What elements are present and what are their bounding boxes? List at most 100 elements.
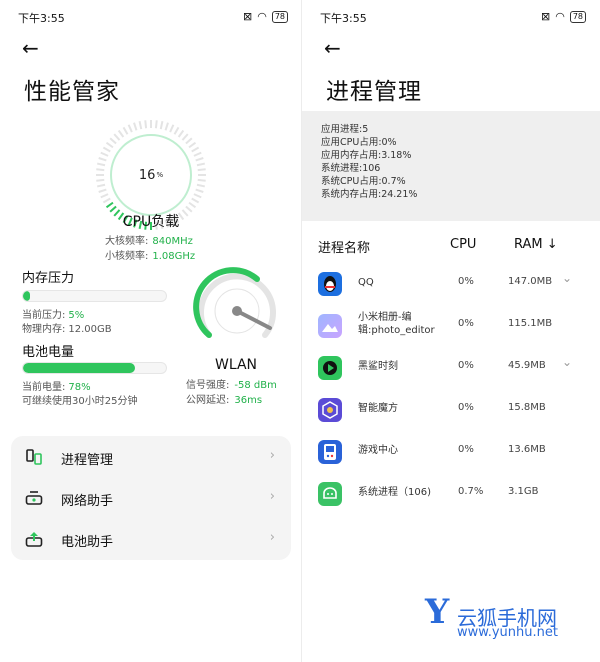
process-row[interactable]: 智能魔方 0% 15.8MB [302,390,600,430]
process-ram: 147.0MB [508,276,553,287]
chevron-right-icon: › [269,448,275,463]
summary-line: 系统CPU占用:0.7% [321,176,406,187]
gallery-icon [318,314,342,338]
battery-icon: 78 [271,10,288,23]
back-arrow-icon[interactable]: ← [324,36,341,60]
status-bar: 下午3:55 ⊠ ◠ 78 [320,9,586,25]
chevron-right-icon: › [269,530,275,545]
watermark-letter: Y [425,592,450,632]
menu-item-battery-assistant[interactable]: 电池助手 › [11,519,291,559]
physical-memory-value: 12.00GB [68,324,112,335]
process-ram: 15.8MB [508,402,546,413]
summary-line: 系统内存占用:24.21% [321,189,418,200]
process-row[interactable]: QQ 0% 147.0MB ⌄ [302,264,600,304]
summary-line: 系统进程:106 [321,163,381,174]
big-core-frequency: 大核频率: 840MHz [105,232,193,247]
qq-icon [318,272,342,296]
gamepad-icon [318,440,342,464]
latency-label: 公网延迟: [186,395,230,406]
column-header-name[interactable]: 进程名称 [318,237,370,256]
sim-off-icon: ⊠ [242,10,253,23]
memory-pressure-bar [22,290,167,302]
battery-title: 电池电量 [22,345,75,360]
android-icon [318,482,342,506]
process-cpu: 0% [458,402,474,413]
menu-item-label: 网络助手 [61,494,114,509]
process-icon [26,449,42,465]
column-header-ram[interactable]: RAM ↓ [514,237,558,252]
status-time: 下午3:55 [320,12,367,25]
wlan-label: WLAN [214,357,257,373]
battery-remaining: 可继续使用30小时25分钟 [22,396,138,407]
process-cpu: 0.7% [458,486,484,497]
small-core-label: 小核频率: [105,251,149,262]
small-core-value: 1.08GHz [152,251,196,262]
sim-off-icon: ⊠ [540,10,551,23]
menu-item-label: 进程管理 [61,453,114,468]
cube-icon [318,398,342,422]
process-cpu: 0% [458,444,474,455]
cpu-percent-sign: % [156,171,164,179]
big-core-value: 840MHz [152,236,193,247]
wifi-icon: ◠ [555,10,565,23]
process-name: QQ [358,277,374,288]
menu-item-network-assistant[interactable]: 网络助手 › [11,478,291,518]
process-cpu: 0% [458,318,474,329]
column-header-cpu[interactable]: CPU [450,237,476,252]
battery-fill [23,363,135,373]
process-name: 小米相册-编辑:photo_editor [358,312,435,336]
memory-pressure-row: 当前压力: 5% [22,306,84,321]
process-ram: 45.9MB [508,360,546,371]
big-core-label: 大核频率: [105,236,149,247]
process-cpu: 0% [458,360,474,371]
process-row[interactable]: 系统进程（106) 0.7% 3.1GB [302,474,600,514]
summary-line: 应用内存占用:3.18% [321,150,412,161]
watermark-url: www.yunhu.net [457,625,558,640]
cpu-load-label: CPU负载 [122,214,180,230]
latency-value: 36ms [234,395,263,406]
chevron-down-icon[interactable]: ⌄ [562,355,572,369]
status-time: 下午3:55 [18,12,65,25]
chevron-right-icon: › [269,489,275,504]
cpu-percent-value: 16 [138,167,156,183]
page-title: 进程管理 [326,79,422,105]
process-ram: 13.6MB [508,444,546,455]
signal-strength-label: 信号强度: [186,380,230,391]
process-name: 游戏中心 [358,445,398,456]
battery-bar [22,362,167,374]
process-summary: 应用进程:5 应用CPU占用:0% 应用内存占用:3.18% 系统进程:106 … [302,111,600,221]
process-name: 黑鲨时刻 [358,361,398,372]
process-ram: 115.1MB [508,318,553,329]
small-core-frequency: 小核频率: 1.08GHz [105,247,195,262]
process-ram: 3.1GB [508,486,539,497]
blackshark-icon [318,356,342,380]
menu-item-label: 电池助手 [61,535,114,550]
physical-memory-label: 物理内存: [22,324,66,335]
status-bar: 下午3:55 ⊠ ◠ 78 [18,9,288,25]
signal-strength-row: 信号强度: -58 dBm [186,376,277,391]
physical-memory-row: 物理内存: 12.00GB [22,320,112,335]
page-title: 性能管家 [24,79,120,105]
process-name: 系统进程（106) [358,487,431,498]
battery-upload-icon [25,532,43,547]
performance-manager-screen: 下午3:55 ⊠ ◠ 78 ← 性能管家 16% CPU负载 大核频率: 840M… [0,0,302,662]
wifi-icon: ◠ [257,10,267,23]
process-row[interactable]: 黑鲨时刻 0% 45.9MB ⌄ [302,348,600,388]
back-arrow-icon[interactable]: ← [22,36,39,60]
memory-pressure-fill [23,291,31,301]
battery-level-row: 当前电量: 78% [22,378,91,393]
process-management-screen: 下午3:55 ⊠ ◠ 78 ← 进程管理 应用进程:5 应用CPU占用:0% 应… [302,0,600,662]
memory-pressure-title: 内存压力 [22,271,75,286]
process-name: 智能魔方 [358,403,398,414]
signal-strength-value: -58 dBm [234,380,277,391]
process-cpu: 0% [458,276,474,287]
process-row[interactable]: 小米相册-编辑:photo_editor 0% 115.1MB [302,306,600,346]
tools-menu: 进程管理 › 网络助手 › 电池助手 › [11,436,291,560]
menu-item-process-management[interactable]: 进程管理 › [11,437,291,477]
chevron-down-icon[interactable]: ⌄ [562,271,572,285]
process-row[interactable]: 游戏中心 0% 13.6MB [302,432,600,472]
summary-line: 应用进程:5 [321,124,369,135]
summary-line: 应用CPU占用:0% [321,137,397,148]
router-icon [25,491,43,505]
wlan-gauge [193,267,276,338]
